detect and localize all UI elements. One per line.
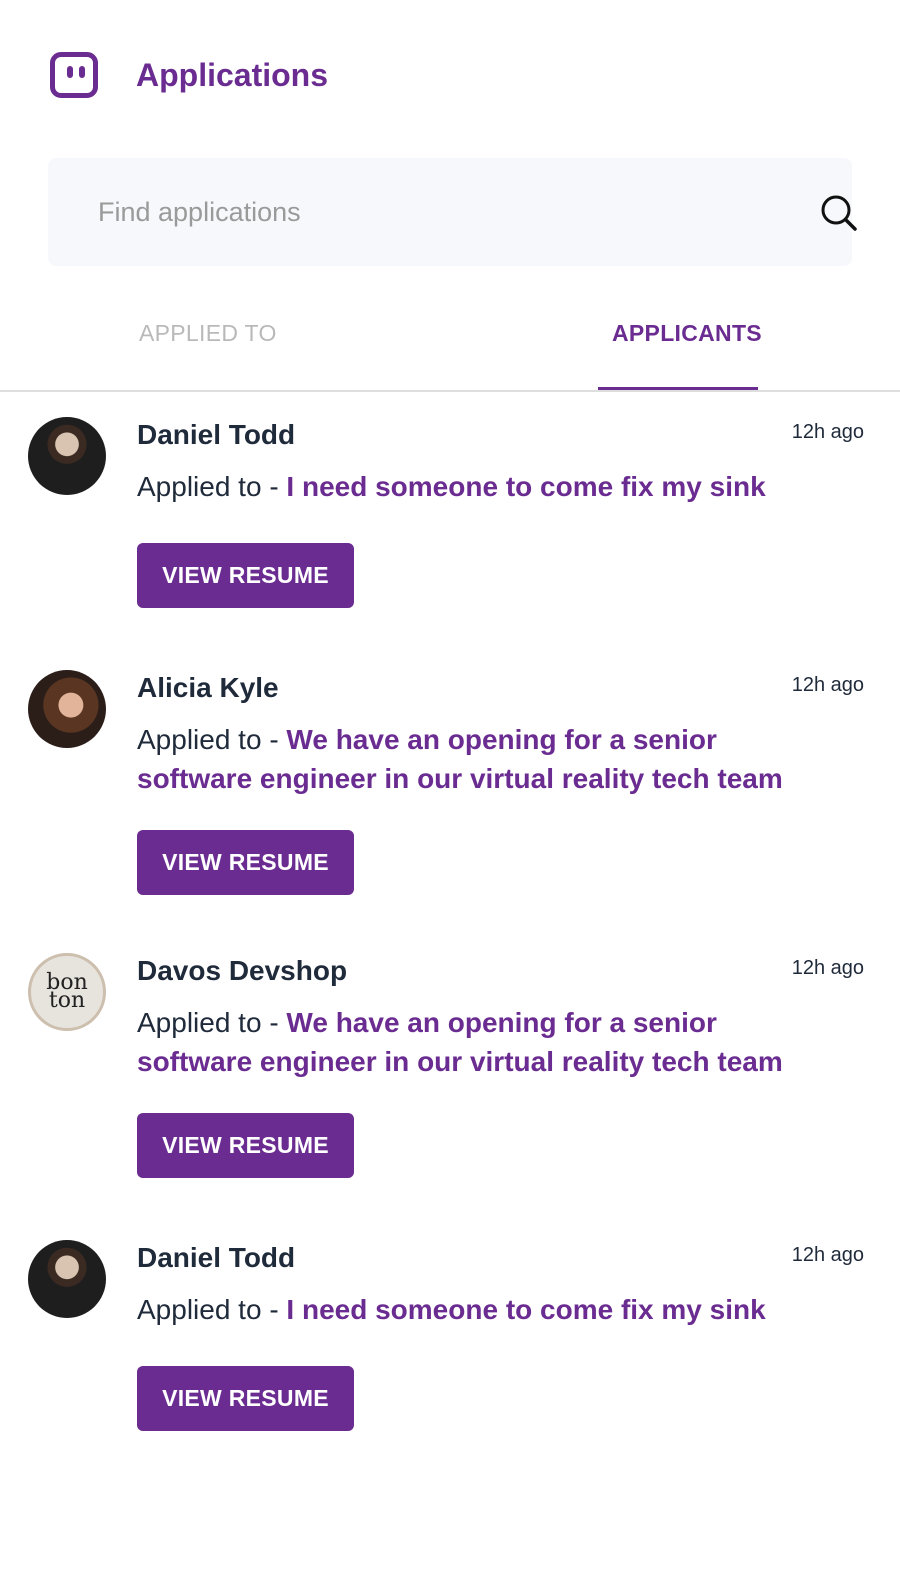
applied-to-text: Applied to - I need someone to come fix … bbox=[137, 1290, 837, 1329]
timestamp: 12h ago bbox=[791, 957, 864, 979]
chat-bubble-logo-icon bbox=[50, 52, 98, 98]
timestamp: 12h ago bbox=[791, 674, 864, 696]
avatar bbox=[28, 1240, 106, 1318]
applied-to-text: Applied to - We have an opening for a se… bbox=[137, 1003, 837, 1081]
applied-to-text: Applied to - We have an opening for a se… bbox=[137, 720, 837, 798]
view-resume-button[interactable]: VIEW RESUME bbox=[137, 543, 354, 608]
avatar: bon ton bbox=[28, 953, 106, 1031]
tab-bar: APPLIED TO APPLICANTS bbox=[0, 300, 900, 392]
active-tab-indicator bbox=[598, 387, 758, 390]
search-bar bbox=[48, 158, 857, 266]
tab-applied-to[interactable]: APPLIED TO bbox=[139, 320, 277, 347]
page-title: Applications bbox=[136, 56, 329, 93]
applied-to-text: Applied to - I need someone to come fix … bbox=[137, 467, 837, 506]
timestamp: 12h ago bbox=[791, 1244, 864, 1266]
applied-to-prefix: Applied to - bbox=[137, 1294, 287, 1325]
view-resume-button[interactable]: VIEW RESUME bbox=[137, 830, 354, 895]
job-link[interactable]: I need someone to come fix my sink bbox=[286, 1294, 765, 1325]
applicant-name: Daniel Todd bbox=[137, 1242, 296, 1273]
search-icon[interactable] bbox=[820, 194, 858, 232]
job-link[interactable]: I need someone to come fix my sink bbox=[286, 471, 765, 502]
tab-applicants[interactable]: APPLICANTS bbox=[612, 320, 762, 347]
search-input[interactable] bbox=[98, 192, 718, 232]
avatar bbox=[28, 417, 106, 495]
applicant-name: Alicia Kyle bbox=[137, 672, 279, 703]
applied-to-prefix: Applied to - bbox=[137, 724, 287, 755]
applied-to-prefix: Applied to - bbox=[137, 1007, 287, 1038]
avatar bbox=[28, 670, 106, 748]
applicant-name: Daniel Todd bbox=[137, 419, 296, 450]
applied-to-prefix: Applied to - bbox=[137, 471, 287, 502]
app-header: Applications bbox=[50, 52, 328, 98]
timestamp: 12h ago bbox=[791, 421, 864, 443]
applicant-name: Davos Devshop bbox=[137, 955, 348, 986]
view-resume-button[interactable]: VIEW RESUME bbox=[137, 1113, 354, 1178]
view-resume-button[interactable]: VIEW RESUME bbox=[137, 1366, 354, 1431]
